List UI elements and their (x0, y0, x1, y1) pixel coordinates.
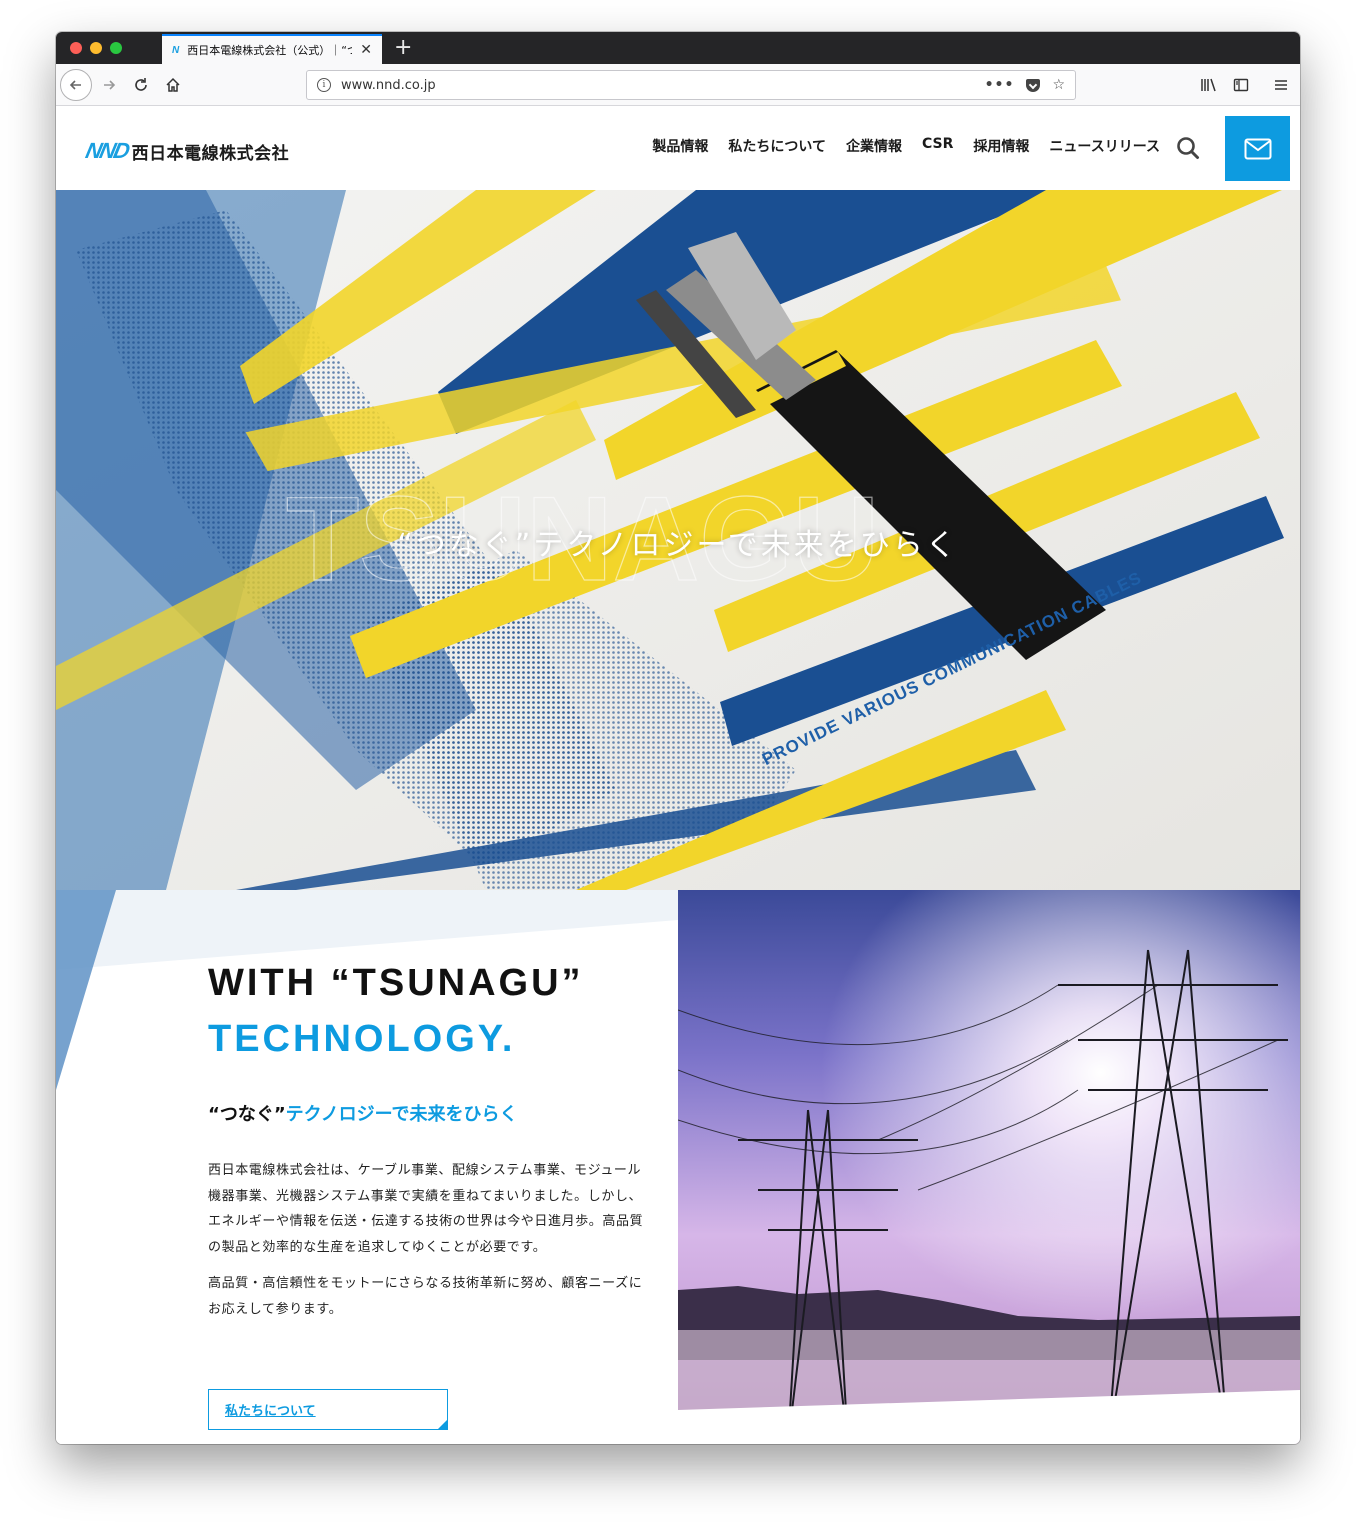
sidebar-icon[interactable] (1228, 72, 1254, 98)
intro-subheading-rest: テクノロジーで未来をひらく (285, 1104, 518, 1125)
url-text[interactable]: www.nnd.co.jp (341, 78, 975, 93)
nav-news[interactable]: ニュースリリース (1049, 136, 1160, 156)
back-arrow-icon[interactable] (60, 69, 92, 101)
hero-visual: TSUNAGU “つなぐ”テクノロジーで未来をひらく PROVIDE VARIO… (56, 190, 1300, 890)
logo-mark: NND (83, 138, 131, 163)
intro-paragraph-2: 高品質・高信頼性をモットーにさらなる技術革新に努め、顧客ニーズにお応えして参りま… (208, 1276, 643, 1317)
site-info-icon[interactable]: i (317, 78, 331, 92)
contact-mail-button[interactable] (1225, 116, 1290, 181)
mail-icon (1244, 138, 1271, 159)
nav-csr[interactable]: CSR (922, 136, 953, 156)
hamburger-menu-icon[interactable] (1268, 72, 1294, 98)
intro-subheading: “つなぐ”テクノロジーで未来をひらく (208, 1100, 518, 1126)
minimize-window-button[interactable] (90, 42, 102, 54)
logo-text: 西日本電線株式会社 (131, 143, 290, 164)
site-header: NND 西日本電線株式会社 製品情報 私たちについて 企業情報 CSR 採用情報… (56, 106, 1300, 190)
library-icon[interactable] (1196, 72, 1222, 98)
intro-paragraph-1: 西日本電線株式会社は、ケーブル事業、配線システム事業、モジュール機器事業、光機器… (208, 1163, 644, 1255)
intro-subheading-quote: “つなぐ” (208, 1104, 286, 1125)
intro-section: WITH “TSUNAGU” TECHNOLOGY. “つなぐ”テクノロジーで未… (56, 890, 1300, 1444)
hero-catchcopy: “つなぐ”テクノロジーで未来をひらく (397, 528, 959, 563)
nav-products[interactable]: 製品情報 (652, 136, 708, 156)
about-us-button[interactable]: 私たちについて (208, 1389, 448, 1430)
forward-arrow-icon[interactable] (96, 72, 122, 98)
intro-heading-line1: WITH “TSUNAGU” (208, 962, 584, 1004)
address-bar[interactable]: i www.nnd.co.jp ••• ☆ (306, 70, 1076, 100)
intro-body: 西日本電線株式会社は、ケーブル事業、配線システム事業、モジュール機器事業、光機器… (208, 1158, 653, 1333)
reload-icon[interactable] (128, 72, 154, 98)
zoom-window-button[interactable] (110, 42, 122, 54)
nav-about-us[interactable]: 私たちについて (728, 136, 826, 156)
home-icon[interactable] (160, 72, 186, 98)
more-dots-icon[interactable]: ••• (985, 77, 1015, 93)
pocket-icon[interactable] (1026, 78, 1041, 92)
global-nav: 製品情報 私たちについて 企業情報 CSR 採用情報 ニュースリリース (652, 136, 1160, 156)
nav-recruit[interactable]: 採用情報 (973, 136, 1029, 156)
nav-company[interactable]: 企業情報 (846, 136, 902, 156)
new-tab-button[interactable]: + (394, 35, 412, 61)
browser-tab[interactable]: N 西日本電線株式会社（公式）｜“つ ✕ (162, 34, 382, 64)
tab-strip: N 西日本電線株式会社（公式）｜“つ ✕ + (56, 32, 1300, 64)
page-viewport: NND 西日本電線株式会社 製品情報 私たちについて 企業情報 CSR 採用情報… (56, 106, 1300, 1444)
favicon-icon: N (172, 44, 180, 56)
star-icon[interactable]: ☆ (1052, 77, 1065, 93)
site-logo[interactable]: NND 西日本電線株式会社 (83, 138, 290, 164)
tab-title: 西日本電線株式会社（公式）｜“つ (187, 44, 353, 57)
power-lines-photo (678, 890, 1300, 1444)
tab-close-icon[interactable]: ✕ (360, 43, 372, 57)
intro-heading-line2: TECHNOLOGY. (208, 1018, 516, 1060)
search-icon[interactable] (1174, 134, 1202, 162)
browser-toolbar: i www.nnd.co.jp ••• ☆ (56, 64, 1300, 106)
browser-window: N 西日本電線株式会社（公式）｜“つ ✕ + i www.nnd.co.jp •… (56, 32, 1300, 1444)
close-window-button[interactable] (70, 42, 82, 54)
